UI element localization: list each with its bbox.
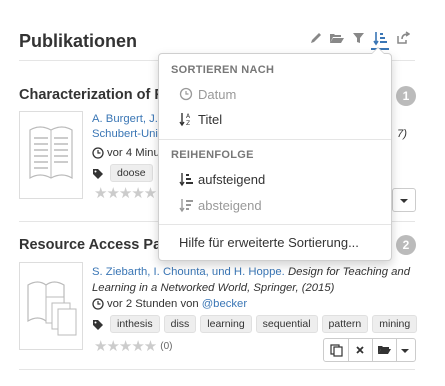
svg-text:A: A xyxy=(186,113,191,120)
more-actions-button[interactable] xyxy=(392,188,416,212)
author-list[interactable]: A. Burgert, J. xyxy=(92,113,158,125)
tag[interactable]: mining xyxy=(372,315,418,333)
author-list-cont[interactable]: Schubert-Uni xyxy=(92,128,158,140)
rating-count: (0) xyxy=(160,340,173,352)
tag[interactable]: learning xyxy=(200,315,252,333)
publication-thumbnail[interactable] xyxy=(19,262,83,350)
user-link[interactable]: @becker xyxy=(202,298,247,310)
tag[interactable]: inthesis xyxy=(110,315,160,333)
author-list[interactable]: S. Ziebarth, I. Chounta, und H. Hoppe. xyxy=(92,266,285,278)
filter-icon[interactable] xyxy=(352,31,368,47)
copy-button[interactable] xyxy=(324,339,349,361)
tag[interactable]: sequential xyxy=(255,315,318,333)
sort-descending-icon xyxy=(179,198,193,213)
sort-icon[interactable] xyxy=(373,31,389,47)
folder-button[interactable] xyxy=(372,339,397,361)
sort-dropdown-menu: SORTIEREN NACH Datum AZ Titel REIHENFOLG… xyxy=(158,47,392,261)
order-ascending[interactable]: aufsteigend xyxy=(159,167,391,191)
tag-row: doose xyxy=(92,164,157,182)
action-button-group xyxy=(323,338,416,362)
menu-divider xyxy=(159,139,391,140)
section-heading-order: REIHENFOLGE xyxy=(171,149,254,161)
timestamp-row: vor 2 Stunden von @becker xyxy=(92,298,247,310)
folder-open-icon[interactable] xyxy=(329,31,345,47)
sort-by-date-label: Datum xyxy=(198,86,237,102)
svg-text:Z: Z xyxy=(186,120,190,127)
divider xyxy=(19,369,415,370)
publication-title[interactable]: Resource Access Pa xyxy=(19,237,161,253)
citation: S. Ziebarth, I. Chounta, und H. Hoppe. D… xyxy=(92,264,414,296)
sort-by-title[interactable]: AZ Titel xyxy=(159,107,391,131)
tag-row: inthesis diss learning sequential patter… xyxy=(92,315,421,333)
sort-by-title-label: Titel xyxy=(198,111,223,127)
timestamp-row: vor 4 Minu xyxy=(92,147,160,159)
tag-icon xyxy=(92,318,104,330)
publication-year: 7) xyxy=(397,128,408,140)
publication-title[interactable]: Characterization of F xyxy=(19,87,163,103)
rating-stars[interactable]: ★★★★★ xyxy=(94,337,157,355)
sort-help-link[interactable]: Hilfe für erweiterte Sortierung... xyxy=(159,230,391,254)
sort-ascending-icon xyxy=(179,172,193,187)
share-icon[interactable] xyxy=(396,31,412,47)
menu-divider xyxy=(159,224,391,225)
order-descending[interactable]: absteigend xyxy=(159,193,391,217)
sort-help-label: Hilfe für erweiterte Sortierung... xyxy=(179,234,359,250)
count-badge: 1 xyxy=(396,86,416,106)
rating-stars[interactable]: ★★★★★ xyxy=(94,184,157,202)
tag[interactable]: pattern xyxy=(321,315,369,333)
clock-icon xyxy=(92,298,104,310)
section-heading-sort: SORTIEREN NACH xyxy=(171,64,275,76)
pencil-icon[interactable] xyxy=(309,31,325,47)
timestamp: vor 2 Stunden von xyxy=(107,298,199,310)
sort-alpha-icon: AZ xyxy=(179,112,193,127)
dropdown-caret-inner xyxy=(372,48,384,54)
order-descending-label: absteigend xyxy=(198,197,262,213)
clock-icon xyxy=(92,147,104,159)
clock-icon xyxy=(179,87,193,101)
sort-by-date[interactable]: Datum xyxy=(159,82,391,106)
delete-button[interactable] xyxy=(348,339,373,361)
timestamp: vor 4 Minu xyxy=(107,147,160,159)
rating-row: ★★★★★ (0) xyxy=(94,337,172,355)
tag[interactable]: diss xyxy=(163,315,197,333)
count-badge: 2 xyxy=(396,235,416,255)
order-ascending-label: aufsteigend xyxy=(198,171,266,187)
toolbar xyxy=(306,31,416,47)
page-title: Publikationen xyxy=(19,31,138,51)
tag[interactable]: doose xyxy=(110,164,153,182)
tag-icon xyxy=(92,167,104,179)
publication-thumbnail[interactable] xyxy=(19,111,83,199)
more-actions-button[interactable] xyxy=(396,339,415,361)
